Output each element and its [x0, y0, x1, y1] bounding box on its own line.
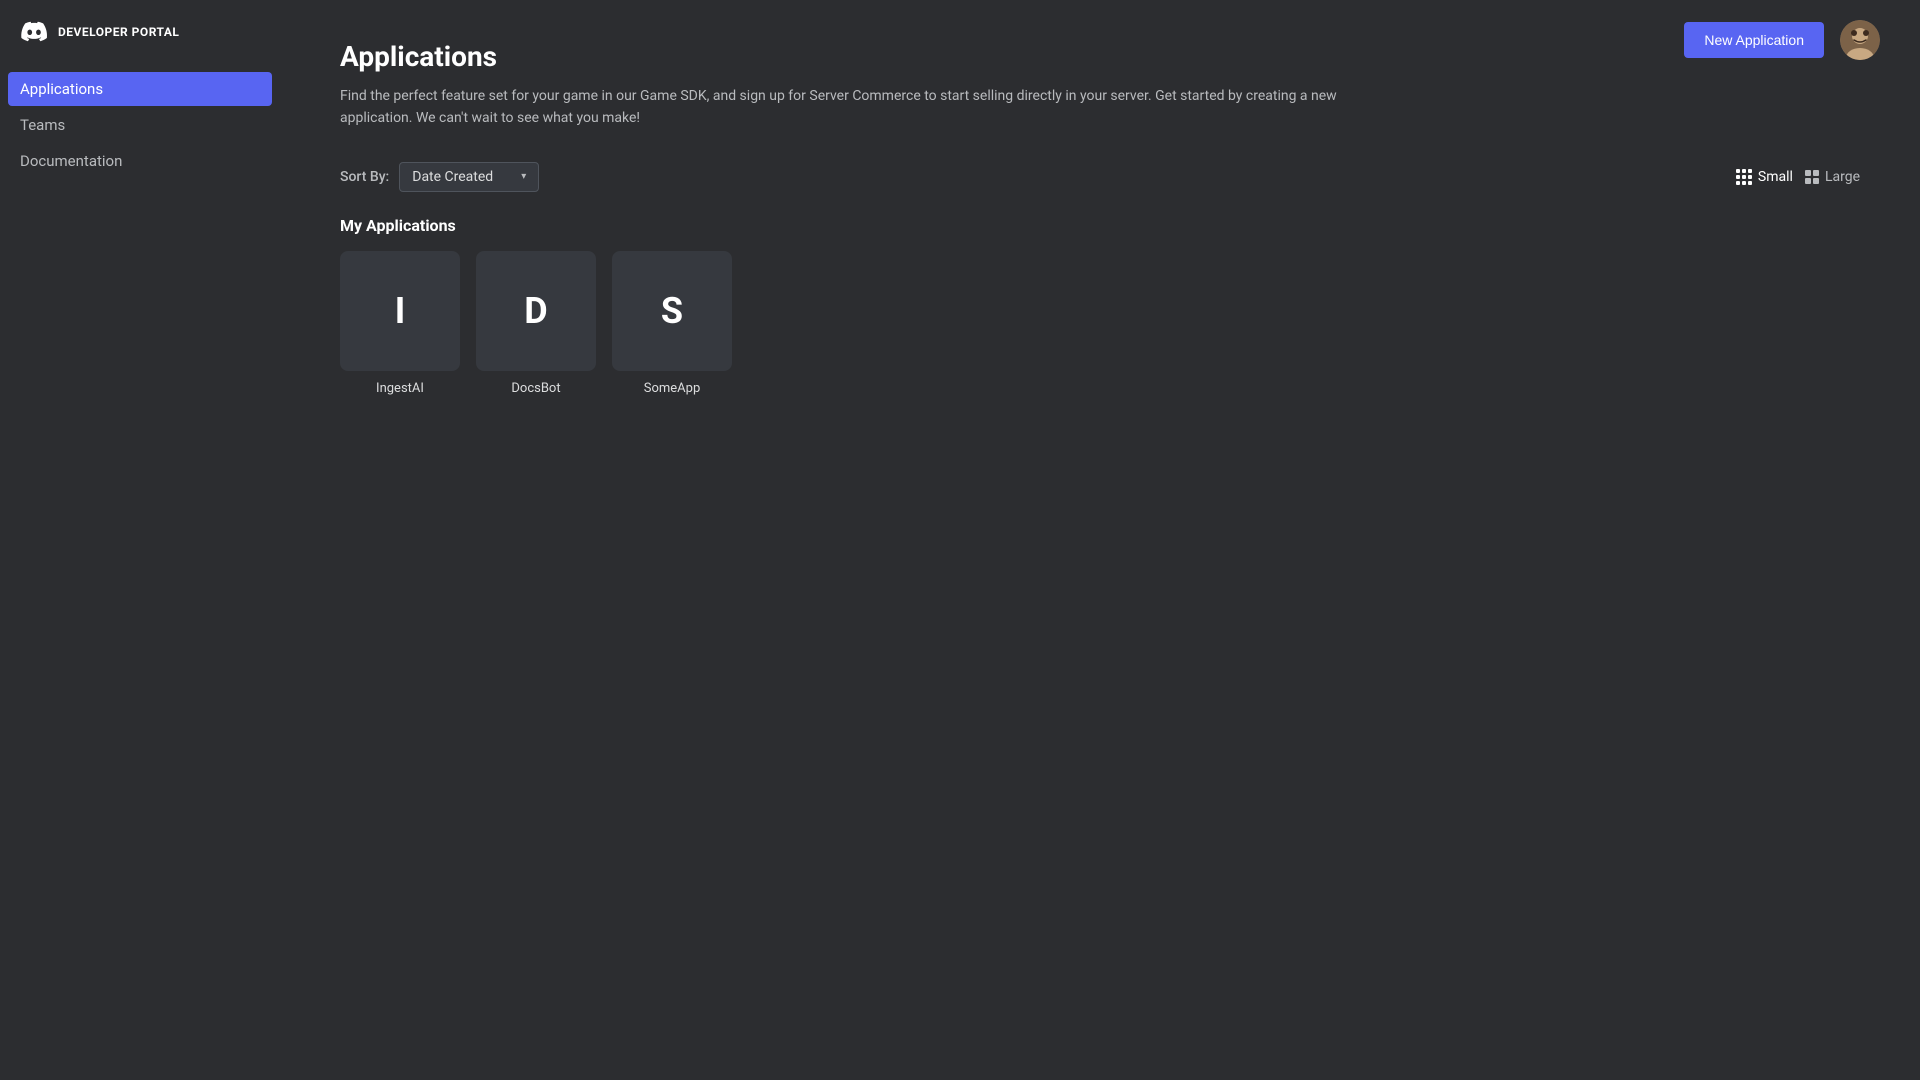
- app-icon-ingestai: I: [340, 251, 460, 371]
- avatar-image: [1840, 20, 1880, 60]
- page-description: Find the perfect feature set for your ga…: [340, 85, 1340, 130]
- sidebar-item-teams[interactable]: Teams: [8, 108, 272, 142]
- app-name-docsbot: DocsBot: [511, 381, 560, 396]
- app-card-someapp[interactable]: S SomeApp: [612, 251, 732, 396]
- user-avatar[interactable]: [1840, 20, 1880, 60]
- top-bar: New Application: [1684, 20, 1880, 60]
- sidebar-header: DEVELOPER PORTAL: [0, 0, 280, 64]
- page-title: Applications: [340, 40, 1860, 73]
- chevron-down-icon: ▾: [521, 171, 526, 182]
- app-card-docsbot[interactable]: D DocsBot: [476, 251, 596, 396]
- discord-logo-icon: [20, 18, 48, 46]
- sort-label: Sort By:: [340, 169, 389, 185]
- view-large-label: Large: [1825, 169, 1860, 185]
- sort-selected-value: Date Created: [412, 169, 513, 185]
- sort-dropdown[interactable]: Date Created ▾: [399, 162, 539, 192]
- sidebar: DEVELOPER PORTAL Applications Teams Docu…: [0, 0, 280, 1080]
- sort-section: Sort By: Date Created ▾: [340, 162, 539, 192]
- grid-small-icon: [1736, 169, 1752, 185]
- view-section: Small Large: [1736, 169, 1860, 185]
- sidebar-item-applications[interactable]: Applications: [8, 72, 272, 106]
- my-applications-section: My Applications I IngestAI D DocsBot S S…: [340, 216, 1860, 396]
- new-application-button[interactable]: New Application: [1684, 22, 1824, 58]
- apps-grid: I IngestAI D DocsBot S SomeApp: [340, 251, 1860, 396]
- view-small-label: Small: [1758, 169, 1793, 185]
- controls-bar: Sort By: Date Created ▾ Small L: [340, 162, 1860, 192]
- app-icon-docsbot: D: [476, 251, 596, 371]
- page-title-section: Applications Find the perfect feature se…: [340, 40, 1860, 130]
- view-large-button[interactable]: Large: [1805, 169, 1860, 185]
- portal-title: DEVELOPER PORTAL: [58, 25, 179, 39]
- app-name-ingestai: IngestAI: [376, 381, 424, 396]
- main-content: New Application Applications Find the pe…: [280, 0, 1920, 1080]
- app-name-someapp: SomeApp: [644, 381, 701, 396]
- sidebar-item-documentation[interactable]: Documentation: [8, 144, 272, 178]
- app-card-ingestai[interactable]: I IngestAI: [340, 251, 460, 396]
- sidebar-nav: Applications Teams Documentation: [0, 64, 280, 186]
- app-icon-someapp: S: [612, 251, 732, 371]
- view-small-button[interactable]: Small: [1736, 169, 1793, 185]
- my-applications-title: My Applications: [340, 216, 1860, 235]
- grid-large-icon: [1805, 170, 1819, 184]
